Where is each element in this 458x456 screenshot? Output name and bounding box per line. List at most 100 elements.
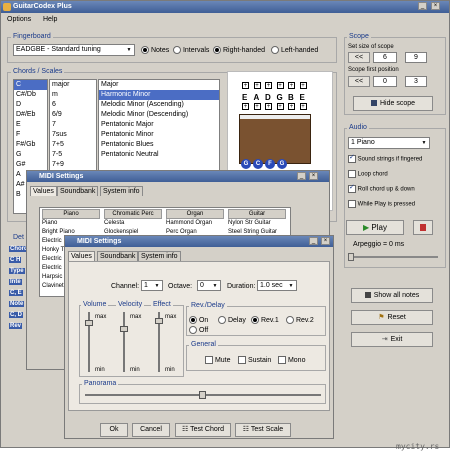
- panorama-thumb[interactable]: [199, 391, 206, 399]
- panorama-slider[interactable]: [85, 391, 321, 399]
- scope-first-value[interactable]: 0: [373, 76, 397, 87]
- instrument-select[interactable]: 1 Piano ▼: [348, 137, 430, 149]
- radio-rev2[interactable]: Rev.2: [286, 316, 314, 324]
- tab-system-info[interactable]: System info: [100, 186, 143, 196]
- table-cell[interactable]: Piano: [42, 219, 100, 227]
- scope-size-down-button[interactable]: <<: [348, 52, 370, 63]
- tab-system-info[interactable]: System info: [138, 251, 181, 261]
- octave-select[interactable]: 0 ▼: [197, 280, 221, 291]
- radio-on[interactable]: On: [189, 316, 208, 324]
- chord-type-item[interactable]: 6: [50, 100, 96, 110]
- root-item[interactable]: F#/Gb: [14, 140, 47, 150]
- stop-button[interactable]: [413, 220, 433, 235]
- volume-slider[interactable]: [85, 312, 93, 372]
- scale-item[interactable]: Harmonic Minor: [99, 90, 219, 100]
- table-cell[interactable]: Hammond Organ: [166, 219, 224, 227]
- radio-notes[interactable]: Notes: [141, 46, 169, 54]
- scale-item[interactable]: Pentatonic Neutral: [99, 150, 219, 160]
- reset-button[interactable]: ⚑ Reset: [351, 310, 433, 325]
- radio-off[interactable]: Off: [189, 326, 208, 334]
- radio-delay[interactable]: Delay: [218, 316, 246, 324]
- while-play-checkbox[interactable]: While Play is pressed: [348, 200, 415, 208]
- root-item[interactable]: C: [14, 80, 47, 90]
- chord-type-item[interactable]: 7+9: [50, 160, 96, 170]
- radio-rev1[interactable]: Rev.1: [251, 316, 279, 324]
- root-item[interactable]: D: [14, 100, 47, 110]
- fret-marker-icon[interactable]: +: [288, 82, 295, 89]
- chord-type-item[interactable]: 6/9: [50, 110, 96, 120]
- fret-marker-icon[interactable]: +: [242, 103, 249, 110]
- fret-marker-icon[interactable]: +: [299, 103, 307, 110]
- midi-front-minimize-button[interactable]: _: [309, 237, 318, 245]
- radio-left-handed[interactable]: Left-handed: [271, 46, 318, 54]
- velocity-slider[interactable]: [120, 312, 128, 372]
- ok-button[interactable]: Ok: [100, 423, 128, 437]
- sustain-checkbox[interactable]: Sustain: [238, 356, 271, 364]
- fret-marker-icon[interactable]: +: [288, 103, 295, 110]
- channel-select[interactable]: 1 ▼: [141, 280, 163, 291]
- chord-type-item[interactable]: 7: [50, 120, 96, 130]
- tab-soundbank[interactable]: Soundbank: [97, 251, 139, 261]
- table-cell[interactable]: Nylon Str Guitar: [228, 219, 286, 227]
- tuning-select[interactable]: EADGBE - Standard tuning ▼: [13, 44, 135, 56]
- duration-select[interactable]: 1.0 sec ▼: [257, 280, 297, 291]
- cancel-button[interactable]: Cancel: [132, 423, 170, 437]
- midi-front-close-button[interactable]: ×: [321, 237, 330, 245]
- root-item[interactable]: E: [14, 120, 47, 130]
- root-item[interactable]: G: [14, 150, 47, 160]
- menu-options[interactable]: Options: [7, 16, 31, 23]
- scale-item[interactable]: Melodic Minor (Descending): [99, 110, 219, 120]
- chord-type-item[interactable]: m: [50, 90, 96, 100]
- menu-help[interactable]: Help: [43, 16, 57, 23]
- test-scale-button[interactable]: ☷ Test Scale: [235, 423, 291, 437]
- effect-thumb[interactable]: [155, 318, 163, 324]
- root-item[interactable]: C#/Db: [14, 90, 47, 100]
- sound-strings-checkbox[interactable]: Sound strings if fingered: [348, 153, 422, 163]
- close-button[interactable]: ×: [431, 2, 440, 10]
- radio-intervals[interactable]: Intervals: [173, 46, 209, 54]
- fret-marker-icon[interactable]: +: [265, 82, 272, 89]
- show-all-notes-button[interactable]: Show all notes: [351, 288, 433, 303]
- arpeggio-thumb[interactable]: [348, 253, 354, 261]
- effect-slider[interactable]: [155, 312, 163, 372]
- tab-soundbank[interactable]: Soundbank: [57, 186, 99, 196]
- chord-type-item[interactable]: 7+5: [50, 140, 96, 150]
- arpeggio-slider[interactable]: [348, 253, 438, 261]
- tab-values[interactable]: Values: [30, 186, 57, 196]
- volume-thumb[interactable]: [85, 320, 93, 326]
- scale-item[interactable]: Pentatonic Minor: [99, 130, 219, 140]
- fret-marker-icon[interactable]: +: [253, 103, 261, 110]
- loop-chord-checkbox[interactable]: Loop chord: [348, 170, 388, 178]
- midi-back-close-button[interactable]: ×: [309, 172, 318, 180]
- radio-right-handed[interactable]: Right-handed: [213, 46, 265, 54]
- chord-type-item[interactable]: 7sus: [50, 130, 96, 140]
- chord-type-item[interactable]: major: [50, 80, 96, 90]
- fret-marker-icon[interactable]: +: [253, 82, 261, 89]
- fret-marker-icon[interactable]: +: [299, 82, 307, 89]
- tab-values[interactable]: Values: [68, 251, 95, 261]
- roll-chord-checkbox[interactable]: Roll chord up & down: [348, 183, 415, 193]
- scope-first-max[interactable]: 3: [405, 76, 427, 87]
- scale-item[interactable]: Pentatonic Blues: [99, 140, 219, 150]
- fret-marker-icon[interactable]: +: [276, 103, 284, 110]
- table-cell[interactable]: Celesta: [104, 219, 162, 227]
- minimize-button[interactable]: _: [418, 2, 427, 10]
- scope-left-button[interactable]: <<: [348, 76, 370, 87]
- hide-scope-button[interactable]: Hide scope: [353, 96, 433, 111]
- scale-item[interactable]: Melodic Minor (Ascending): [99, 100, 219, 110]
- chord-type-item[interactable]: 7-5: [50, 150, 96, 160]
- mono-checkbox[interactable]: Mono: [278, 356, 305, 364]
- scale-item[interactable]: Pentatonic Major: [99, 120, 219, 130]
- scope-size-max[interactable]: 9: [405, 52, 427, 63]
- fret-marker-icon[interactable]: +: [265, 103, 272, 110]
- exit-button[interactable]: ⇥ Exit: [351, 332, 433, 347]
- root-item[interactable]: G#: [14, 160, 47, 170]
- root-item[interactable]: D#/Eb: [14, 110, 47, 120]
- fret-marker-icon[interactable]: +: [242, 82, 249, 89]
- scope-size-value[interactable]: 6: [373, 52, 397, 63]
- velocity-thumb[interactable]: [120, 326, 128, 332]
- play-button[interactable]: ▶ Play: [346, 220, 404, 235]
- mute-checkbox[interactable]: Mute: [205, 356, 231, 364]
- root-item[interactable]: F: [14, 130, 47, 140]
- test-chord-button[interactable]: ☷ Test Chord: [175, 423, 231, 437]
